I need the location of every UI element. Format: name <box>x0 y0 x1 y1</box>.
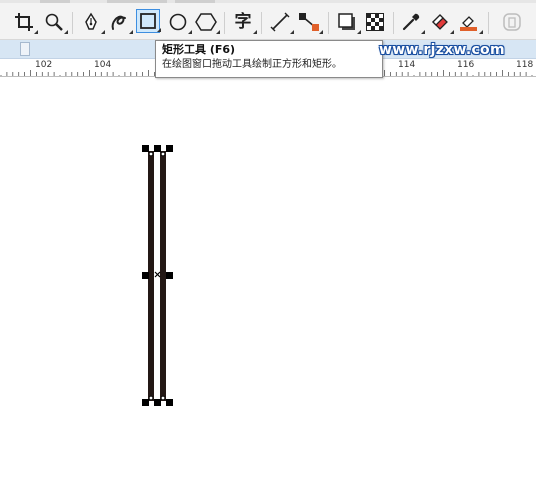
corner-node[interactable] <box>148 151 154 157</box>
selection-handle-middle-left[interactable] <box>142 272 149 279</box>
pen-nib-icon <box>85 12 97 30</box>
flyout-indicator-icon <box>30 30 38 34</box>
flyout-indicator-icon <box>212 30 220 34</box>
text-tool[interactable]: 字 <box>231 10 257 34</box>
ellipse-icon <box>169 13 187 31</box>
toolbar-separator <box>224 12 225 34</box>
eyedropper-icon <box>402 13 420 31</box>
flyout-indicator-icon <box>184 30 192 34</box>
ruler-label: 116 <box>457 60 475 70</box>
ellipse-tool[interactable] <box>166 10 192 34</box>
selection-handle-top-left[interactable] <box>142 145 149 152</box>
flyout-indicator-icon <box>315 30 323 34</box>
eyedropper-tool[interactable] <box>399 10 425 34</box>
rectangle-tool-tooltip: 矩形工具 (F6) 在绘图窗口拖动工具绘制正方形和矩形。 <box>155 40 383 78</box>
site-watermark: www.rjzxw.com <box>379 42 505 58</box>
ruler-label: 118 <box>516 60 534 70</box>
selection-handle-top-right[interactable] <box>166 145 173 152</box>
flyout-indicator-icon <box>475 30 483 34</box>
selection-handle-bottom-left[interactable] <box>142 399 149 406</box>
toolbar-separator <box>261 12 262 34</box>
options-icon <box>503 13 521 31</box>
ruler-label: 104 <box>94 60 112 70</box>
flyout-indicator-icon <box>60 30 68 34</box>
corner-node[interactable] <box>160 395 166 401</box>
interactive-fill-tool[interactable] <box>428 10 454 34</box>
flyout-indicator-icon <box>97 30 105 34</box>
curve-icon <box>111 15 126 30</box>
smart-fill-tool[interactable] <box>457 10 483 34</box>
toolbar-separator <box>393 12 394 34</box>
ruler-label: 114 <box>398 60 416 70</box>
selection-handle-middle-right[interactable] <box>166 272 173 279</box>
flyout-indicator-icon <box>417 30 425 34</box>
dimension-line-icon <box>270 12 290 32</box>
connector-tool[interactable] <box>297 10 323 34</box>
tooltip-description: 在绘图窗口拖动工具绘制正方形和矩形。 <box>162 59 342 70</box>
selection-handle-top-center[interactable] <box>154 145 161 152</box>
transparency-tool[interactable] <box>363 10 387 34</box>
drawing-canvas[interactable] <box>0 77 536 485</box>
flyout-indicator-icon <box>286 30 294 34</box>
toolbox: 字 <box>0 3 536 40</box>
tooltip-title: 矩形工具 (F6) <box>162 43 236 56</box>
artistic-media-tool[interactable] <box>107 10 133 34</box>
toolbar-separator <box>328 12 329 34</box>
canvas-artwork <box>142 145 173 406</box>
smart-fill-icon <box>460 16 477 31</box>
drop-shadow-icon <box>338 13 355 30</box>
pen-tool[interactable] <box>79 10 105 34</box>
paint-bucket-icon <box>432 14 448 30</box>
flyout-indicator-icon <box>353 30 361 34</box>
hexagon-icon <box>195 13 217 31</box>
flyout-indicator-icon <box>125 30 133 34</box>
corner-node[interactable] <box>160 151 166 157</box>
selection-handle-bottom-right[interactable] <box>166 399 173 406</box>
drop-shadow-tool[interactable] <box>335 10 361 34</box>
crop-tool[interactable] <box>12 10 38 34</box>
corner-node[interactable] <box>148 395 154 401</box>
toolbar-separator <box>488 12 489 34</box>
text-glyph-icon: 字 <box>234 12 252 32</box>
toolbar-separator <box>72 12 73 34</box>
polygon-tool[interactable] <box>194 10 220 34</box>
selection-handle-bottom-center[interactable] <box>154 399 161 406</box>
property-bar-handle[interactable] <box>20 42 30 56</box>
zoom-tool[interactable] <box>42 10 68 34</box>
checkerboard-icon <box>366 13 384 31</box>
rectangle-shape-right[interactable] <box>160 151 166 401</box>
flyout-indicator-icon <box>153 28 161 32</box>
magnifier-icon <box>45 13 63 31</box>
center-marker-icon <box>154 271 161 278</box>
options-tool[interactable] <box>500 10 524 34</box>
parallel-dimension-tool[interactable] <box>268 10 294 34</box>
rectangle-tool[interactable] <box>136 9 161 33</box>
ruler-label: 102 <box>35 60 53 70</box>
crop-icon <box>15 13 33 31</box>
connector-icon <box>299 13 319 31</box>
flyout-indicator-icon <box>249 30 257 34</box>
flyout-indicator-icon <box>446 30 454 34</box>
